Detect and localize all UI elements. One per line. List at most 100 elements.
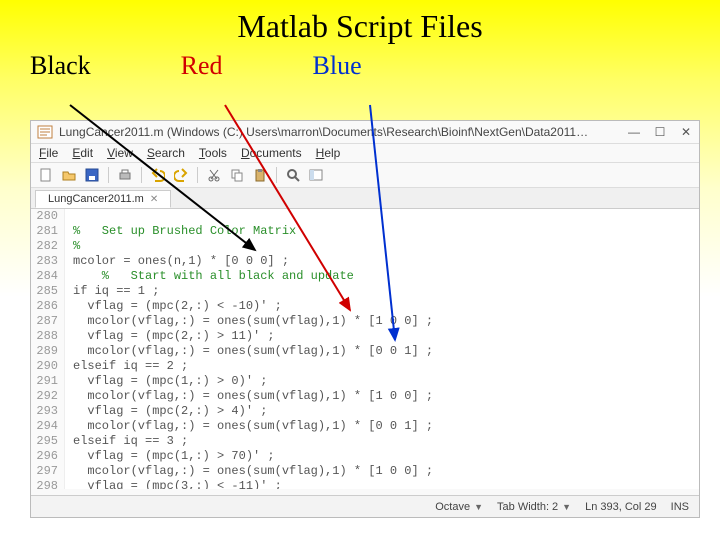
line-number: 291 [31, 374, 65, 389]
code-text: elseif iq == 3 ; [65, 434, 188, 449]
code-text: mcolor(vflag,:) = ones(sum(vflag),1) * [… [65, 389, 433, 404]
line-number: 295 [31, 434, 65, 449]
line-number: 284 [31, 269, 65, 284]
code-line[interactable]: 288 vflag = (mpc(2,:) > 11)' ; [31, 329, 699, 344]
code-text: vflag = (mpc(3,:) < -11)' ; [65, 479, 282, 489]
line-number: 294 [31, 419, 65, 434]
code-line[interactable]: 286 vflag = (mpc(2,:) < -10)' ; [31, 299, 699, 314]
editor-window: LungCancer2011.m (Windows (C:) Users\mar… [30, 120, 700, 518]
menu-edit[interactable]: Edit [72, 146, 93, 160]
tab-close-icon[interactable]: ✕ [150, 194, 158, 205]
status-tabwidth[interactable]: Tab Width: 2▼ [497, 501, 571, 513]
label-red: Red [181, 51, 223, 81]
print-icon[interactable] [116, 166, 134, 184]
code-line[interactable]: 283mcolor = ones(n,1) * [0 0 0] ; [31, 254, 699, 269]
code-text: mcolor(vflag,:) = ones(sum(vflag),1) * [… [65, 314, 433, 329]
line-number: 280 [31, 209, 65, 224]
line-number: 292 [31, 389, 65, 404]
code-line[interactable]: 280 [31, 209, 699, 224]
code-text: vflag = (mpc(1,:) > 0)' ; [65, 374, 267, 389]
code-line[interactable]: 291 vflag = (mpc(1,:) > 0)' ; [31, 374, 699, 389]
menubar: File Edit View Search Tools Documents He… [31, 144, 699, 163]
code-line[interactable]: 295elseif iq == 3 ; [31, 434, 699, 449]
menu-tools[interactable]: Tools [199, 146, 227, 160]
code-line[interactable]: 297 mcolor(vflag,:) = ones(sum(vflag),1)… [31, 464, 699, 479]
toolbar-separator [141, 167, 142, 183]
code-line[interactable]: 298 vflag = (mpc(3,:) < -11)' ; [31, 479, 699, 489]
status-mode[interactable]: Octave▼ [435, 501, 483, 513]
code-text: vflag = (mpc(2,:) > 11)' ; [65, 329, 275, 344]
search-icon[interactable] [284, 166, 302, 184]
line-number: 283 [31, 254, 65, 269]
line-number: 293 [31, 404, 65, 419]
line-number: 285 [31, 284, 65, 299]
slide-title: Matlab Script Files [0, 0, 720, 45]
line-number: 298 [31, 479, 65, 489]
copy-icon[interactable] [228, 166, 246, 184]
code-text: if iq == 1 ; [65, 284, 159, 299]
chevron-down-icon: ▼ [474, 502, 483, 512]
code-text: mcolor = ones(n,1) * [0 0 0] ; [65, 254, 289, 269]
cut-icon[interactable] [205, 166, 223, 184]
line-number: 281 [31, 224, 65, 239]
toolbar-separator [197, 167, 198, 183]
redo-icon[interactable] [172, 166, 190, 184]
code-line[interactable]: 285if iq == 1 ; [31, 284, 699, 299]
line-number: 290 [31, 359, 65, 374]
label-black: Black [30, 51, 91, 81]
code-text [65, 209, 73, 224]
status-bar: Octave▼ Tab Width: 2▼ Ln 393, Col 29 INS [31, 495, 699, 517]
menu-documents[interactable]: Documents [241, 146, 302, 160]
code-line[interactable]: 281% Set up Brushed Color Matrix [31, 224, 699, 239]
code-line[interactable]: 287 mcolor(vflag,:) = ones(sum(vflag),1)… [31, 314, 699, 329]
close-button[interactable]: ✕ [679, 125, 693, 139]
undo-icon[interactable] [149, 166, 167, 184]
line-number: 286 [31, 299, 65, 314]
paste-icon[interactable] [251, 166, 269, 184]
code-line[interactable]: 289 mcolor(vflag,:) = ones(sum(vflag),1)… [31, 344, 699, 359]
maximize-button[interactable]: ☐ [653, 125, 667, 139]
code-line[interactable]: 293 vflag = (mpc(2,:) > 4)' ; [31, 404, 699, 419]
menu-view[interactable]: View [107, 146, 133, 160]
tab-label: LungCancer2011.m [48, 193, 144, 205]
status-position: Ln 393, Col 29 [585, 501, 657, 513]
code-line[interactable]: 282% [31, 239, 699, 254]
label-blue: Blue [313, 51, 362, 81]
line-number: 282 [31, 239, 65, 254]
open-file-icon[interactable] [60, 166, 78, 184]
code-text: mcolor(vflag,:) = ones(sum(vflag),1) * [… [65, 464, 433, 479]
code-text: mcolor(vflag,:) = ones(sum(vflag),1) * [… [65, 419, 433, 434]
app-icon [37, 124, 53, 140]
code-line[interactable]: 284 % Start with all black and update [31, 269, 699, 284]
tab-active[interactable]: LungCancer2011.m ✕ [35, 190, 171, 208]
new-file-icon[interactable] [37, 166, 55, 184]
code-editor[interactable]: 280281% Set up Brushed Color Matrix282%2… [31, 209, 699, 489]
line-number: 287 [31, 314, 65, 329]
save-icon[interactable] [83, 166, 101, 184]
code-text: elseif iq == 2 ; [65, 359, 188, 374]
code-line[interactable]: 296 vflag = (mpc(1,:) > 70)' ; [31, 449, 699, 464]
chevron-down-icon: ▼ [562, 502, 571, 512]
titlebar: LungCancer2011.m (Windows (C:) Users\mar… [31, 121, 699, 144]
toolbar-separator [108, 167, 109, 183]
line-number: 288 [31, 329, 65, 344]
line-number: 297 [31, 464, 65, 479]
line-number: 296 [31, 449, 65, 464]
line-number: 289 [31, 344, 65, 359]
menu-file[interactable]: File [39, 146, 58, 160]
code-line[interactable]: 294 mcolor(vflag,:) = ones(sum(vflag),1)… [31, 419, 699, 434]
code-text: vflag = (mpc(2,:) > 4)' ; [65, 404, 267, 419]
menu-search[interactable]: Search [147, 146, 185, 160]
code-line[interactable]: 292 mcolor(vflag,:) = ones(sum(vflag),1)… [31, 389, 699, 404]
minimize-button[interactable]: — [627, 125, 641, 139]
code-text: % Set up Brushed Color Matrix [65, 224, 296, 239]
toolbar [31, 163, 699, 188]
code-text: vflag = (mpc(1,:) > 70)' ; [65, 449, 275, 464]
code-text: vflag = (mpc(2,:) < -10)' ; [65, 299, 282, 314]
tab-bar: LungCancer2011.m ✕ [31, 188, 699, 209]
menu-help[interactable]: Help [316, 146, 341, 160]
code-line[interactable]: 290elseif iq == 2 ; [31, 359, 699, 374]
color-labels: Black Red Blue [0, 45, 720, 91]
settings-pane-icon[interactable] [307, 166, 325, 184]
code-text: % [65, 239, 80, 254]
